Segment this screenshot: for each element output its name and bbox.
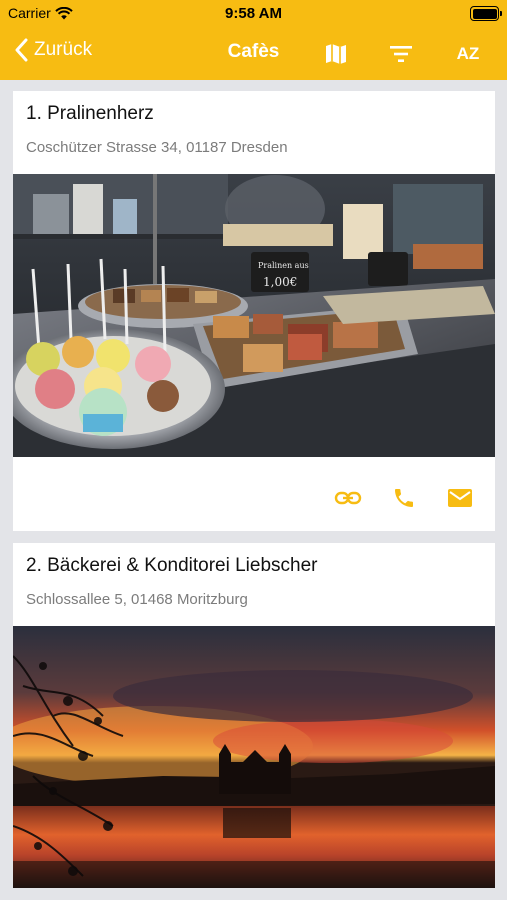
cafe-photo: Pralinen aus 1,00€ bbox=[13, 174, 495, 457]
status-time: 9:58 AM bbox=[225, 5, 282, 22]
map-button[interactable] bbox=[321, 39, 351, 69]
cafe-name: 2. Bäckerei & Konditorei Liebscher bbox=[26, 555, 318, 576]
link-icon bbox=[334, 491, 362, 505]
battery-icon bbox=[470, 6, 502, 21]
cafe-photo bbox=[13, 626, 495, 888]
back-button[interactable]: Zurück bbox=[14, 38, 92, 62]
phone-icon bbox=[395, 489, 413, 507]
chevron-left-icon bbox=[15, 38, 28, 62]
sort-az-button[interactable]: AZ bbox=[451, 39, 485, 69]
filter-button[interactable] bbox=[386, 39, 416, 69]
status-bar: Carrier 9:58 AM bbox=[0, 0, 507, 28]
cafe-address: Schlossallee 5, 01468 Moritzburg bbox=[26, 591, 248, 608]
website-button[interactable] bbox=[333, 483, 363, 513]
sort-az-label: AZ bbox=[456, 44, 480, 63]
photo-sign-line2: 1,00€ bbox=[263, 275, 297, 289]
cafe-card[interactable]: 2. Bäckerei & Konditorei Liebscher Schlo… bbox=[13, 543, 495, 888]
photo-sign-line1: Pralinen aus bbox=[258, 261, 309, 270]
cafe-address: Coschützer Strasse 34, 01187 Dresden bbox=[26, 139, 288, 156]
call-button[interactable] bbox=[389, 483, 419, 513]
map-icon bbox=[326, 44, 346, 64]
top-bar: Carrier 9:58 AM Zurück Cafès AZ bbox=[0, 0, 507, 80]
mail-icon bbox=[448, 489, 472, 507]
cafe-name: 1. Pralinenherz bbox=[26, 103, 154, 124]
filter-icon bbox=[390, 46, 412, 62]
back-label: Zurück bbox=[34, 39, 93, 60]
navigation-bar: Zurück Cafès AZ bbox=[0, 28, 507, 80]
cafe-card[interactable]: 1. Pralinenherz Coschützer Strasse 34, 0… bbox=[13, 91, 495, 531]
email-button[interactable] bbox=[445, 483, 475, 513]
